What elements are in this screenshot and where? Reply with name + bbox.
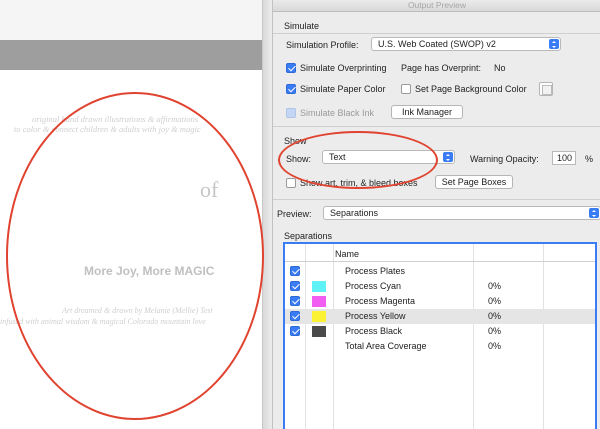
separation-checkbox[interactable] bbox=[290, 311, 300, 321]
warning-opacity-unit: % bbox=[585, 154, 594, 164]
chevron-updown-icon bbox=[549, 39, 559, 49]
divider bbox=[273, 199, 600, 200]
output-preview-panel: Output Preview Simulate Simulation Profi… bbox=[272, 0, 600, 429]
table-row: Total Area Coverage 0% bbox=[285, 339, 595, 354]
document-top-area bbox=[0, 0, 266, 40]
separations-group-title: Separations bbox=[284, 231, 333, 241]
separations-table: Name Process Plates Process Cyan 0% Proc… bbox=[283, 242, 597, 429]
simulate-black-ink-checkbox[interactable] bbox=[286, 108, 296, 118]
separation-name: Process Plates bbox=[345, 266, 406, 276]
yellow-swatch bbox=[312, 311, 326, 322]
cyan-swatch bbox=[312, 281, 326, 292]
black-swatch bbox=[312, 326, 326, 337]
chevron-updown-icon bbox=[589, 208, 599, 218]
set-page-boxes-button[interactable]: Set Page Boxes bbox=[435, 175, 513, 189]
separation-percent: 0% bbox=[488, 296, 502, 306]
separation-checkbox[interactable] bbox=[290, 266, 300, 276]
divider bbox=[273, 33, 600, 34]
separation-name: Process Yellow bbox=[345, 311, 406, 321]
warning-opacity-label: Warning Opacity: bbox=[470, 154, 539, 164]
table-row[interactable]: Process Yellow 0% bbox=[285, 309, 595, 324]
table-row[interactable]: Process Plates bbox=[285, 264, 595, 279]
page-has-overprint-value: No bbox=[494, 63, 506, 73]
set-page-background-label: Set Page Background Color bbox=[415, 84, 527, 94]
separation-name: Process Black bbox=[345, 326, 403, 336]
set-page-background-checkbox[interactable] bbox=[401, 84, 411, 94]
separation-checkbox[interactable] bbox=[290, 296, 300, 306]
column-header-name: Name bbox=[335, 249, 360, 259]
ink-manager-button[interactable]: Ink Manager bbox=[391, 105, 463, 119]
page-has-overprint-label: Page has Overprint: bbox=[401, 63, 482, 73]
preview-select[interactable]: Separations bbox=[323, 206, 600, 220]
separation-checkbox[interactable] bbox=[290, 326, 300, 336]
show-art-boxes-checkbox[interactable] bbox=[286, 178, 296, 188]
simulate-overprinting-label: Simulate Overprinting bbox=[300, 63, 387, 73]
window-title: Output Preview bbox=[273, 0, 600, 12]
magenta-swatch bbox=[312, 296, 326, 307]
page-background-swatch-button[interactable] bbox=[539, 82, 553, 96]
warning-opacity-input[interactable]: 100 bbox=[552, 151, 576, 165]
separation-percent: 0% bbox=[488, 281, 502, 291]
simulate-paper-color-label: Simulate Paper Color bbox=[300, 84, 386, 94]
separation-checkbox[interactable] bbox=[290, 281, 300, 291]
simulate-group-title: Simulate bbox=[284, 21, 320, 31]
window-divider bbox=[262, 0, 272, 429]
simulate-overprinting-checkbox[interactable] bbox=[286, 63, 296, 73]
annotation-circle-document bbox=[6, 92, 264, 420]
separation-name: Total Area Coverage bbox=[345, 341, 427, 351]
table-row[interactable]: Process Black 0% bbox=[285, 324, 595, 339]
simulation-profile-label: Simulation Profile: bbox=[286, 40, 359, 50]
divider bbox=[273, 126, 600, 127]
separation-name: Process Cyan bbox=[345, 281, 402, 291]
annotation-circle-show-select bbox=[278, 131, 438, 189]
simulation-profile-value: U.S. Web Coated (SWOP) v2 bbox=[378, 39, 496, 49]
separation-percent: 0% bbox=[488, 341, 502, 351]
preview-value: Separations bbox=[330, 208, 379, 218]
simulate-black-ink-label: Simulate Black Ink bbox=[300, 108, 375, 118]
simulation-profile-select[interactable]: U.S. Web Coated (SWOP) v2 bbox=[371, 37, 561, 51]
table-row[interactable]: Process Cyan 0% bbox=[285, 279, 595, 294]
separation-percent: 0% bbox=[488, 311, 502, 321]
document-gray-band bbox=[0, 40, 266, 70]
separation-name: Process Magenta bbox=[345, 296, 416, 306]
separation-percent: 0% bbox=[488, 326, 502, 336]
chevron-updown-icon bbox=[443, 152, 453, 162]
preview-label: Preview: bbox=[277, 209, 312, 219]
table-row[interactable]: Process Magenta 0% bbox=[285, 294, 595, 309]
header-divider bbox=[285, 261, 595, 262]
simulate-paper-color-checkbox[interactable] bbox=[286, 84, 296, 94]
